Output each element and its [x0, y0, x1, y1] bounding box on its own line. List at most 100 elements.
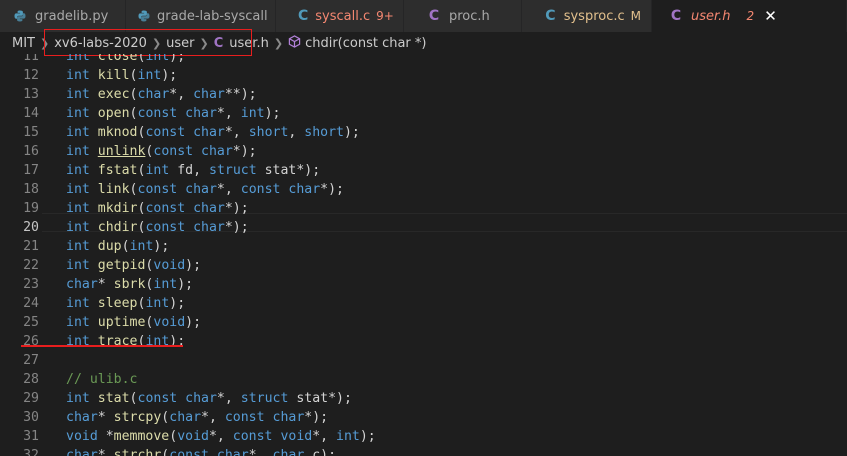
chevron-right-icon: ❯ — [40, 36, 50, 50]
tab-label: syscall.c — [315, 8, 371, 24]
breadcrumb-symbol[interactable]: chdir(const char *) — [305, 36, 426, 51]
code-editor[interactable]: 11 int close(int); 12 int kill(int); 13 int e… — [0, 54, 847, 456]
line-number: 14 — [23, 106, 39, 121]
code-line[interactable]: 24 int sleep(int); — [0, 294, 847, 313]
tab-syscall-c[interactable]: C syscall.c 9+ — [276, 0, 404, 32]
line-number: 11 — [23, 54, 39, 64]
code-text: int unlink(const char*); — [66, 144, 257, 159]
breadcrumb-root[interactable]: MIT — [12, 36, 35, 51]
problems-badge: 2 — [746, 9, 755, 23]
code-line[interactable]: 26 int trace(int); — [0, 332, 847, 351]
c-file-icon: C — [428, 8, 440, 24]
tab-label: proc.h — [449, 8, 490, 24]
code-text: int trace(int); — [66, 334, 186, 349]
code-line[interactable]: 31 void *memmove(void*, const void*, int)… — [0, 427, 847, 446]
c-file-icon: C — [213, 35, 224, 51]
line-number: 22 — [23, 258, 39, 273]
line-number: 25 — [23, 315, 39, 330]
line-number: 27 — [23, 353, 39, 368]
chevron-right-icon: ❯ — [273, 36, 284, 50]
code-line[interactable]: 30 char* strcpy(char*, const char*); — [0, 408, 847, 427]
tab-label: sysproc.c — [563, 8, 625, 24]
line-number: 24 — [23, 296, 39, 311]
line-number: 32 — [23, 448, 39, 456]
breadcrumb: MIT ❯ xv6-labs-2020 ❯ user ❯ C user.h ❯ … — [0, 32, 847, 54]
code-line[interactable]: 19 int mkdir(const char*); — [0, 199, 847, 218]
chevron-right-icon: ❯ — [151, 36, 162, 50]
code-text: int link(const char*, const char*); — [66, 182, 344, 197]
code-line[interactable]: 27 — [0, 351, 847, 370]
code-line[interactable]: 22 int getpid(void); — [0, 256, 847, 275]
code-text: int mknod(const char*, short, short); — [66, 125, 360, 140]
tab-sysproc-c[interactable]: C sysproc.c M — [522, 0, 652, 32]
chevron-right-icon: ❯ — [199, 36, 209, 50]
python-icon — [12, 10, 28, 22]
code-text: int kill(int); — [66, 68, 178, 83]
code-text: int open(const char*, int); — [66, 106, 281, 121]
breadcrumb-folder[interactable]: xv6-labs-2020 — [54, 36, 147, 51]
code-line[interactable]: 16 int unlink(const char*); — [0, 142, 847, 161]
code-line[interactable]: 29 int stat(const char*, struct stat*); — [0, 389, 847, 408]
code-text: void *memmove(void*, const void*, int); — [66, 429, 376, 444]
breadcrumb-file[interactable]: user.h — [229, 36, 269, 51]
line-number: 15 — [23, 125, 39, 140]
code-line[interactable]: 18 int link(const char*, const char*); — [0, 180, 847, 199]
line-number: 21 — [23, 239, 39, 254]
method-icon — [288, 34, 301, 52]
code-text: char* strcpy(char*, const char*); — [66, 410, 329, 425]
code-text: int stat(const char*, struct stat*); — [66, 391, 352, 406]
annotation-underline — [21, 345, 183, 347]
code-line[interactable]: 11 int close(int); — [0, 54, 847, 66]
problems-badge: 9+ — [376, 9, 394, 23]
code-line[interactable]: 21 int dup(int); — [0, 237, 847, 256]
tab-label: gradelib.py — [35, 8, 109, 24]
tab-gradelib-py[interactable]: gradelib.py — [0, 0, 126, 32]
line-number: 17 — [23, 163, 39, 178]
tab-label: user.h — [691, 8, 731, 24]
line-number: 26 — [23, 334, 39, 349]
c-file-icon: C — [670, 8, 682, 24]
code-text: int chdir(const char*); — [66, 220, 249, 235]
code-line[interactable]: 15 int mknod(const char*, short, short); — [0, 123, 847, 142]
line-number: 12 — [23, 68, 39, 83]
code-line[interactable]: 32 char* strchr(const char*, char c); — [0, 446, 847, 456]
line-number: 30 — [23, 410, 39, 425]
line-number: 18 — [23, 182, 39, 197]
line-number: 28 — [23, 372, 39, 387]
code-text: int getpid(void); — [66, 258, 202, 273]
code-line[interactable]: 12 int kill(int); — [0, 66, 847, 85]
code-line[interactable]: 28 // ulib.c — [0, 370, 847, 389]
line-number: 19 — [23, 201, 39, 216]
tab-grade-lab-syscall[interactable]: grade-lab-syscall — [126, 0, 276, 32]
code-line[interactable]: 17 int fstat(int fd, struct stat*); — [0, 161, 847, 180]
code-text: int close(int); — [66, 54, 186, 64]
code-text: char* strchr(const char*, char c); — [66, 448, 337, 456]
line-number: 16 — [23, 144, 39, 159]
tab-proc-h[interactable]: C proc.h — [404, 0, 522, 32]
line-number: 20 — [23, 220, 39, 235]
code-text: int dup(int); — [66, 239, 170, 254]
code-line[interactable]: 14 int open(const char*, int); — [0, 104, 847, 123]
breadcrumb-subfolder[interactable]: user — [166, 36, 194, 51]
tab-label: grade-lab-syscall — [157, 8, 268, 24]
code-text: int uptime(void); — [66, 315, 202, 330]
c-file-icon: C — [545, 8, 556, 24]
code-line[interactable]: 25 int uptime(void); — [0, 313, 847, 332]
code-line[interactable]: 23 char* sbrk(int); — [0, 275, 847, 294]
python-icon — [138, 10, 150, 22]
modified-badge: M — [630, 9, 641, 23]
line-number: 13 — [23, 87, 39, 102]
tab-user-h[interactable]: C user.h 2 ✕ — [652, 0, 847, 32]
code-line[interactable]: 20 int chdir(const char*); — [0, 218, 847, 237]
code-text: int sleep(int); — [66, 296, 186, 311]
code-line[interactable]: 13 int exec(char*, char**); — [0, 85, 847, 104]
line-number: 23 — [23, 277, 39, 292]
code-text: int mkdir(const char*); — [66, 201, 249, 216]
code-text: int fstat(int fd, struct stat*); — [66, 163, 321, 178]
line-number: 31 — [23, 429, 39, 444]
c-file-icon: C — [298, 8, 309, 24]
line-number: 29 — [23, 391, 39, 406]
code-text: int exec(char*, char**); — [66, 87, 257, 102]
code-text: char* sbrk(int); — [66, 277, 194, 292]
close-icon[interactable]: ✕ — [764, 7, 777, 25]
